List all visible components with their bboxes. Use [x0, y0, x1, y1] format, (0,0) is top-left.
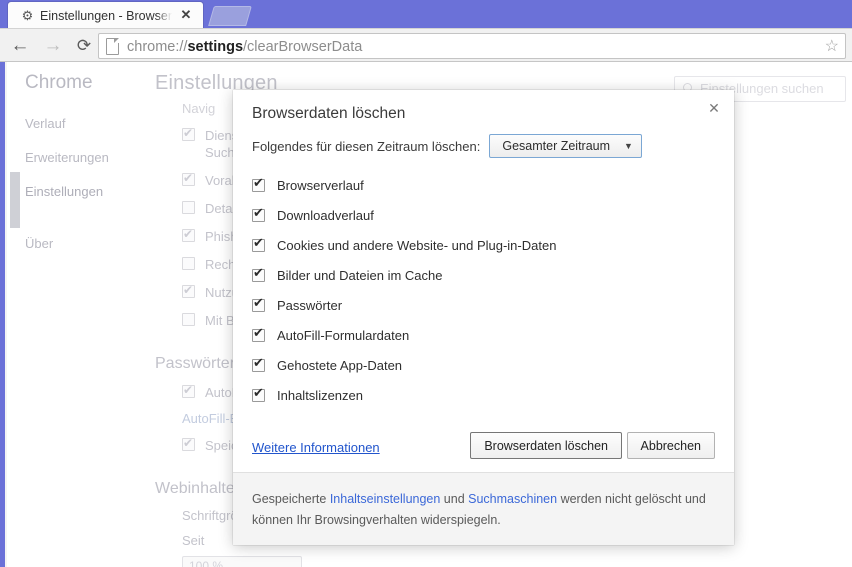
time-period-value: Gesamter Zeitraum — [502, 139, 611, 153]
forward-icon[interactable]: → — [41, 34, 65, 58]
bookmark-star-icon[interactable]: ☆ — [825, 38, 839, 55]
settings-sidebar: Chrome Verlauf Erweiterungen Einstellung… — [25, 72, 155, 270]
checkbox-row-downloadverlauf[interactable]: Downloadverlauf — [252, 200, 712, 230]
tab-strip: ⚙ Einstellungen - Browserda ✕ — [0, 0, 852, 30]
footer-part1: Gespeicherte — [252, 492, 330, 506]
dialog-footer: Gespeicherte Inhaltseinstellungen und Su… — [233, 472, 734, 545]
checkbox-label-inhaltslizenzen: Inhaltslizenzen — [277, 387, 363, 403]
checkbox-vorabruf[interactable] — [182, 170, 195, 187]
tab-einstellungen[interactable]: ⚙ Einstellungen - Browserda ✕ — [8, 2, 203, 30]
url-path: /clearBrowserData — [243, 39, 363, 55]
dialog-title: Browserdaten löschen — [252, 105, 406, 122]
time-period-label: Folgendes für diesen Zeitraum löschen: — [252, 138, 481, 154]
sidebar-item-ueber[interactable]: Über — [25, 236, 155, 251]
checkbox-passwoerter[interactable] — [252, 295, 265, 312]
clear-browsing-data-dialog: ✕ Browserdaten löschen Folgendes für die… — [233, 90, 734, 545]
checkbox-autofill[interactable] — [182, 382, 195, 399]
checkbox-row-browserverlauf[interactable]: Browserverlauf — [252, 170, 712, 200]
checkbox-label-cookies: Cookies und andere Website- und Plug-in-… — [277, 237, 557, 253]
dialog-footer-text: Gespeicherte Inhaltseinstellungen und Su… — [252, 489, 714, 531]
checkbox-phishing[interactable] — [182, 226, 195, 243]
reload-icon[interactable]: ⟳ — [72, 34, 96, 58]
chevron-down-icon: ▼ — [624, 141, 633, 151]
more-information-link[interactable]: Weitere Informationen — [252, 440, 380, 455]
new-tab-button[interactable] — [208, 6, 252, 26]
footer-part2: und — [440, 492, 469, 506]
checkbox-browserverlauf[interactable] — [252, 175, 265, 192]
address-bar[interactable]: chrome://settings/clearBrowserData ☆ — [98, 33, 846, 59]
content-settings-link[interactable]: Inhaltseinstellungen — [330, 492, 441, 506]
checkbox-cache[interactable] — [252, 265, 265, 282]
sidebar-item-einstellungen[interactable]: Einstellungen — [25, 184, 155, 199]
checkbox-details[interactable] — [182, 201, 195, 214]
checkbox-label-downloadverlauf: Downloadverlauf — [277, 207, 374, 223]
checkbox-row-cache[interactable]: Bilder und Dateien im Cache — [252, 260, 712, 290]
browser-window: ⚙ Einstellungen - Browserda ✕ ← → ⟳ chro… — [0, 0, 852, 567]
clear-data-button[interactable]: Browserdaten löschen — [470, 432, 622, 459]
browser-toolbar: ← → ⟳ chrome://settings/clearBrowserData… — [0, 28, 852, 62]
checkbox-label-cache: Bilder und Dateien im Cache — [277, 267, 443, 283]
page-document-icon — [106, 38, 119, 55]
tab-title: Einstellungen - Browserda — [40, 9, 172, 23]
checkbox-dienst[interactable] — [182, 125, 195, 142]
gear-icon: ⚙ — [21, 8, 34, 23]
address-bar-url: chrome://settings/clearBrowserData — [127, 37, 362, 57]
back-icon[interactable]: ← — [8, 34, 32, 58]
data-type-checkbox-list: Browserverlauf Downloadverlauf Cookies u… — [252, 170, 712, 410]
time-period-select[interactable]: Gesamter Zeitraum ▼ — [489, 134, 642, 158]
checkbox-cookies[interactable] — [252, 235, 265, 252]
checkbox-downloadverlauf[interactable] — [252, 205, 265, 222]
checkbox-row-cookies[interactable]: Cookies und andere Website- und Plug-in-… — [252, 230, 712, 260]
url-prefix: chrome:// — [127, 39, 188, 55]
checkbox-row-inhaltslizenzen[interactable]: Inhaltslizenzen — [252, 380, 712, 410]
tab-close-icon[interactable]: ✕ — [178, 7, 194, 23]
checkbox-label-app-daten: Gehostete App-Daten — [277, 357, 403, 373]
time-period-row: Folgendes für diesen Zeitraum löschen: G… — [252, 134, 642, 158]
checkbox-row-passwoerter[interactable]: Passwörter — [252, 290, 712, 320]
checkbox-inhaltslizenzen[interactable] — [252, 385, 265, 402]
checkbox-speichern[interactable] — [182, 435, 195, 452]
checkbox-nutzung[interactable] — [182, 282, 195, 299]
dialog-actions: Weitere Informationen Browserdaten lösch… — [233, 428, 734, 472]
pagezoom-select[interactable]: 100 % — [182, 556, 302, 567]
page-scrollbar-thumb[interactable] — [10, 172, 20, 228]
checkbox-autofill-formulardaten[interactable] — [252, 325, 265, 342]
checkbox-label-passwoerter: Passwörter — [277, 297, 343, 313]
checkbox-mitbrowser[interactable] — [182, 313, 195, 326]
sidebar-item-erweiterungen[interactable]: Erweiterungen — [25, 150, 155, 165]
checkbox-row-autofill[interactable]: AutoFill-Formulardaten — [252, 320, 712, 350]
checkbox-rechtschreib[interactable] — [182, 257, 195, 270]
close-icon[interactable]: ✕ — [704, 98, 724, 118]
checkbox-label-browserverlauf: Browserverlauf — [277, 177, 364, 193]
url-host: settings — [187, 39, 244, 55]
sidebar-item-verlauf[interactable]: Verlauf — [25, 116, 155, 131]
checkbox-label-autofill: AutoFill-Formulardaten — [277, 327, 410, 343]
brand-title: Chrome — [25, 72, 93, 93]
checkbox-gehostete-app-daten[interactable] — [252, 355, 265, 372]
cancel-button[interactable]: Abbrechen — [626, 432, 715, 459]
checkbox-row-app-daten[interactable]: Gehostete App-Daten — [252, 350, 712, 380]
search-engines-link[interactable]: Suchmaschinen — [468, 492, 557, 506]
